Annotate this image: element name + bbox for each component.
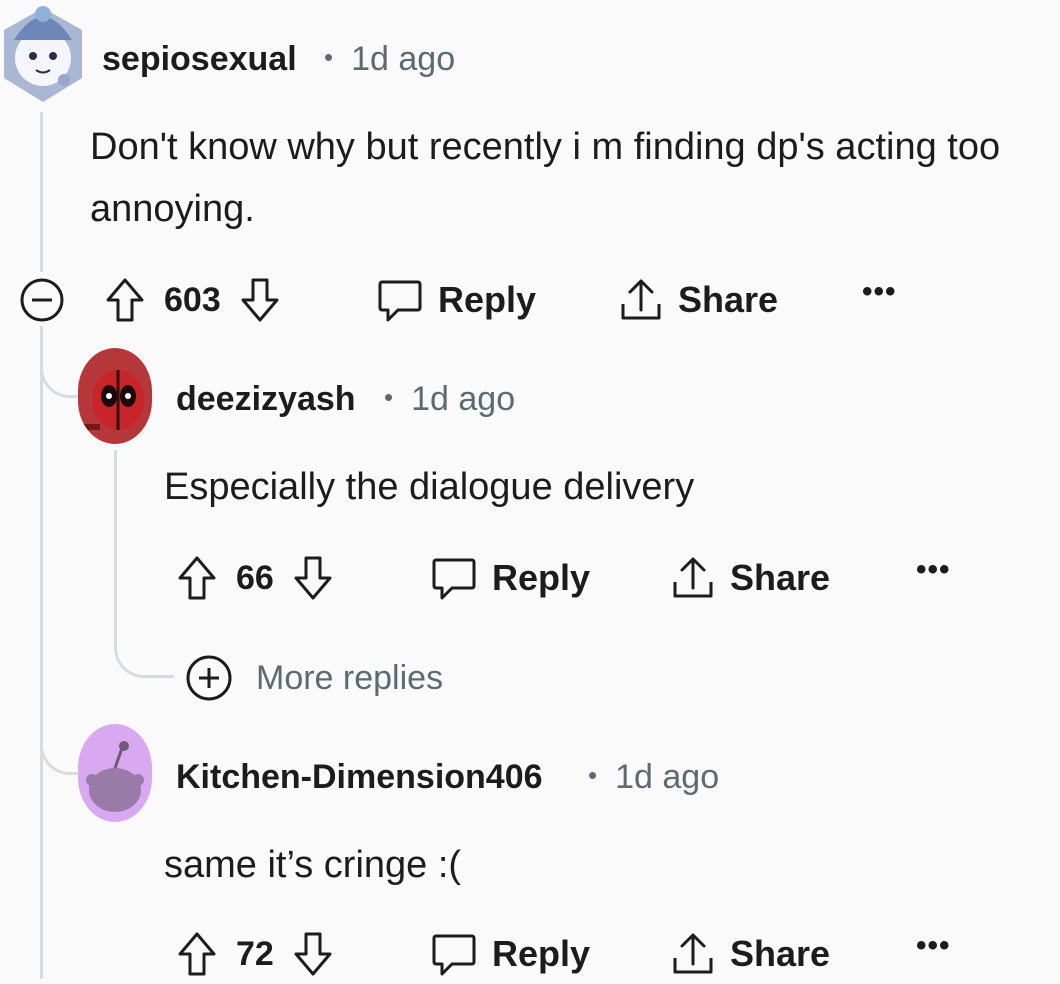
comment-timestamp: • 1d ago (324, 40, 455, 79)
thread-connector (114, 620, 174, 678)
expand-plus-icon (186, 655, 232, 701)
comment-timestamp: • 1d ago (588, 758, 719, 797)
vote-score: 72 (236, 934, 274, 973)
timestamp-text: 1d ago (351, 40, 456, 78)
reply-icon (432, 558, 476, 600)
share-button[interactable]: Share (670, 924, 830, 984)
timestamp-text: 1d ago (615, 758, 720, 796)
vote-score: 66 (236, 558, 274, 597)
more-options-icon: ••• (916, 929, 951, 962)
collapse-button[interactable] (18, 270, 66, 330)
timestamp-text: 1d ago (411, 380, 516, 418)
reply-icon (378, 280, 422, 322)
reply-button[interactable]: Reply (430, 924, 590, 984)
comment-actions: 603 Reply Share ••• (0, 270, 1060, 330)
more-replies-button[interactable]: More replies (184, 648, 443, 708)
comment-author[interactable]: deezizyash (176, 380, 356, 419)
comment-timestamp: • 1d ago (384, 380, 515, 419)
share-icon (621, 279, 661, 320)
share-label: Share (730, 557, 831, 598)
separator-dot: • (588, 760, 598, 790)
upvote-icon[interactable] (104, 276, 146, 324)
reply-icon (432, 934, 476, 976)
wizard-cat-avatar-icon[interactable] (0, 0, 86, 105)
separator-dot: • (324, 42, 334, 72)
share-button[interactable]: Share (618, 270, 778, 330)
separator-dot: • (384, 382, 394, 412)
deadpool-avatar-icon[interactable] (78, 348, 152, 444)
thread-line-main (40, 326, 43, 979)
thread-line-reply (114, 450, 117, 640)
thread-line-main (40, 112, 43, 272)
vote-group: 603 (104, 270, 281, 330)
comment-actions: 72 Reply Share ••• (0, 924, 1060, 984)
comment-body: Especially the dialogue delivery (164, 466, 695, 508)
reply-label: Reply (492, 557, 591, 598)
comment-body: same it’s cringe :( (164, 844, 462, 886)
default-snoo-avatar-icon[interactable] (78, 724, 152, 822)
reply-label: Reply (438, 279, 537, 320)
comment-body: Don't know why but recently i m finding … (90, 126, 1001, 230)
more-options-button[interactable]: ••• (916, 548, 951, 608)
downvote-icon[interactable] (239, 276, 281, 324)
reply-button[interactable]: Reply (376, 270, 536, 330)
thread-connector (40, 700, 80, 775)
share-label: Share (730, 933, 831, 974)
comment-author[interactable]: Kitchen-Dimension406 (176, 758, 543, 797)
share-icon (673, 557, 713, 598)
comment-actions: 66 Reply Share ••• (0, 548, 1060, 608)
more-options-icon: ••• (916, 553, 951, 586)
reply-button[interactable]: Reply (430, 548, 590, 608)
vote-score: 603 (164, 280, 221, 319)
more-replies-label: More replies (256, 658, 444, 697)
share-icon (673, 933, 713, 974)
share-button[interactable]: Share (670, 548, 830, 608)
more-options-button[interactable]: ••• (862, 270, 897, 330)
downvote-icon[interactable] (292, 930, 334, 978)
downvote-icon[interactable] (292, 554, 334, 602)
more-options-button[interactable]: ••• (916, 924, 951, 984)
upvote-icon[interactable] (176, 930, 218, 978)
vote-group: 66 (176, 548, 334, 608)
share-label: Share (678, 279, 779, 320)
reply-label: Reply (492, 933, 591, 974)
comment-author[interactable]: sepiosexual (102, 40, 297, 79)
more-options-icon: ••• (862, 275, 897, 308)
vote-group: 72 (176, 924, 334, 984)
upvote-icon[interactable] (176, 554, 218, 602)
thread-connector (40, 326, 80, 398)
collapse-minus-icon (20, 278, 64, 322)
